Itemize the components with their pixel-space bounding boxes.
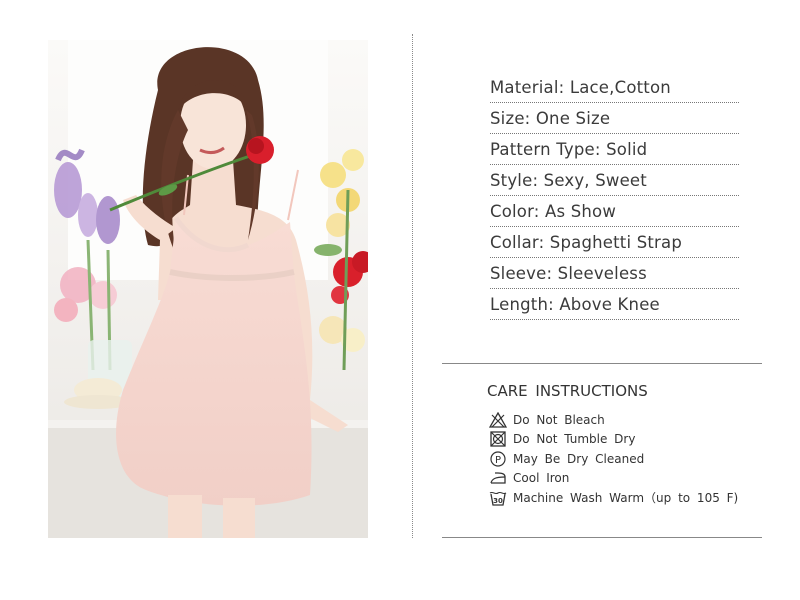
dry-clean-glyph: P <box>495 455 501 466</box>
attribute-collar: Collar: Spaghetti Strap <box>490 227 739 258</box>
wash-30-icon: 30 <box>489 489 507 507</box>
no-tumble-dry-icon <box>489 430 507 448</box>
product-attributes: Material: Lace,Cotton Size: One Size Pat… <box>490 72 739 320</box>
attribute-size: Size: One Size <box>490 103 739 134</box>
divider-vertical <box>412 34 413 538</box>
attribute-material: Material: Lace,Cotton <box>490 72 739 103</box>
dry-clean-p-icon: P <box>489 450 507 468</box>
care-item-no-bleach: Do Not Bleach <box>489 410 738 430</box>
product-photo <box>48 40 368 538</box>
wash-temp-glyph: 30 <box>493 497 503 505</box>
divider-bottom <box>442 537 762 538</box>
attribute-color: Color: As Show <box>490 196 739 227</box>
care-instructions-list: Do Not Bleach Do Not Tumble Dry P May Be… <box>489 410 738 508</box>
attribute-length: Length: Above Knee <box>490 289 739 320</box>
care-instructions-title: CARE INSTRUCTIONS <box>487 382 648 400</box>
attribute-pattern: Pattern Type: Solid <box>490 134 739 165</box>
care-item-label: May Be Dry Cleaned <box>513 451 645 466</box>
no-bleach-icon <box>489 411 507 429</box>
iron-icon <box>489 469 507 487</box>
care-item-label: Machine Wash Warm（up to 105 F) <box>513 491 739 506</box>
care-item-machine-wash: 30 Machine Wash Warm（up to 105 F) <box>489 488 738 508</box>
care-item-no-tumble-dry: Do Not Tumble Dry <box>489 430 738 450</box>
attribute-style: Style: Sexy, Sweet <box>490 165 739 196</box>
care-item-label: Cool Iron <box>513 471 570 486</box>
care-item-label: Do Not Tumble Dry <box>513 432 636 447</box>
divider-top <box>442 363 762 364</box>
care-item-cool-iron: Cool Iron <box>489 469 738 489</box>
care-item-label: Do Not Bleach <box>513 412 605 427</box>
care-item-dry-clean: P May Be Dry Cleaned <box>489 449 738 469</box>
attribute-sleeve: Sleeve: Sleeveless <box>490 258 739 289</box>
